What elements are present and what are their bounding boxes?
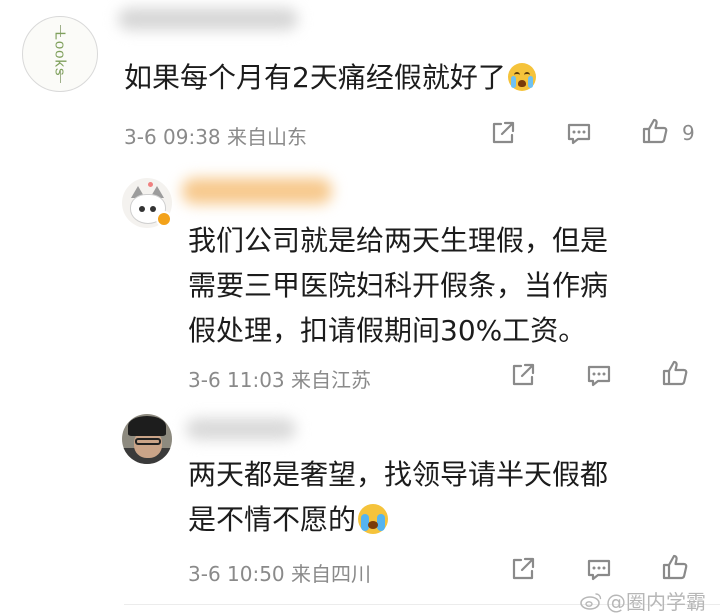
reply-text-line: 假处理，扣请假期间30%工资。 xyxy=(188,314,587,347)
comment-meta: 3-6 09:38 来自山东 xyxy=(124,125,308,149)
like-button[interactable] xyxy=(640,116,670,146)
reply-text: 两天都是奢望，找领导请半天假都 是不情不愿的 xyxy=(188,452,608,542)
reply-meta: 3-6 11:03 来自江苏 xyxy=(188,368,372,392)
reply-button[interactable] xyxy=(584,554,614,584)
reply-meta: 3-6 10:50 来自四川 xyxy=(188,562,372,586)
weibo-logo-icon xyxy=(580,592,602,610)
watermark: @圈内学霸 xyxy=(580,586,706,615)
watermark-text: @圈内学霸 xyxy=(606,590,706,614)
reply-button[interactable] xyxy=(564,118,594,148)
reply-text-line: 是不情不愿的 xyxy=(188,497,608,542)
share-button[interactable] xyxy=(488,118,518,148)
commenter-avatar[interactable]: Looks xyxy=(22,16,98,92)
avatar-logo-text: Looks xyxy=(51,31,69,77)
like-button[interactable] xyxy=(660,358,690,388)
reply-username-blurred[interactable] xyxy=(182,178,332,204)
thumbs-up-icon xyxy=(642,118,668,144)
reply-button[interactable] xyxy=(584,360,614,390)
commenter-username-blurred[interactable] xyxy=(118,8,298,30)
comment-body: 如果每个月有2天痛经假就好了 xyxy=(124,61,506,94)
comment-text: 如果每个月有2天痛经假就好了 xyxy=(124,58,536,98)
loudly-crying-face-icon xyxy=(358,504,389,534)
share-icon xyxy=(492,121,515,144)
verified-badge-icon xyxy=(156,211,172,227)
share-icon xyxy=(512,557,535,580)
comment-bubble-icon xyxy=(587,559,611,581)
thumbs-up-icon xyxy=(662,360,688,386)
reply-text-line: 两天都是奢望，找领导请半天假都 xyxy=(188,458,609,491)
like-count: 9 xyxy=(682,121,695,145)
crying-face-icon xyxy=(507,63,536,91)
share-button[interactable] xyxy=(508,360,538,390)
share-icon xyxy=(512,363,535,386)
share-button[interactable] xyxy=(508,554,538,584)
comment-bubble-icon xyxy=(567,123,591,145)
reply-text-line: 需要三甲医院妇科开假条，当作病 xyxy=(188,269,609,302)
reply-username-blurred[interactable] xyxy=(186,418,296,440)
reply-avatar[interactable] xyxy=(122,414,172,464)
comment-thread: Looks 如果每个月有2天痛经假就好了 3-6 09:38 来自山东 9 我们… xyxy=(0,0,720,616)
reply-text-line: 我们公司就是给两天生理假，但是 xyxy=(188,224,609,257)
thumbs-up-icon xyxy=(662,554,688,580)
reply-text: 我们公司就是给两天生理假，但是 需要三甲医院妇科开假条，当作病 假处理，扣请假期… xyxy=(188,218,608,353)
comment-bubble-icon xyxy=(587,365,611,387)
avatar-decor-line xyxy=(60,71,61,83)
like-button[interactable] xyxy=(660,552,690,582)
